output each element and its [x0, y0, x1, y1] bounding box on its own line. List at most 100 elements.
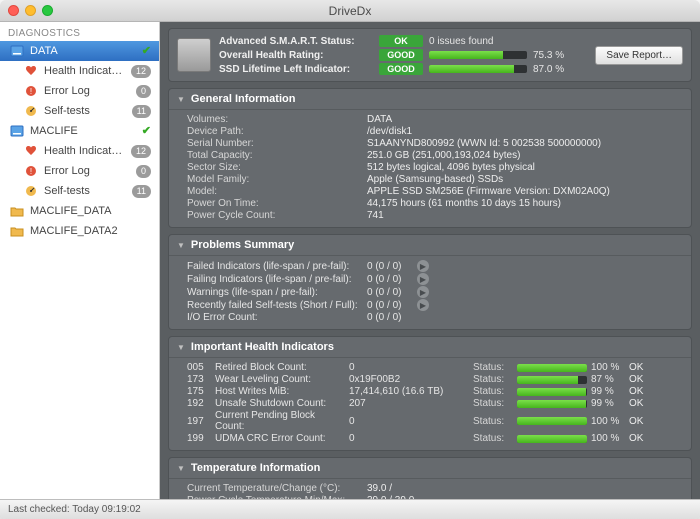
- save-report-button[interactable]: Save Report…: [595, 46, 683, 65]
- adv-smart-label: Advanced S.M.A.R.T. Status:: [219, 36, 379, 47]
- health-indicators-panel: ▼ Important Health Indicators 005 Retired…: [168, 336, 692, 451]
- folder-icon: [10, 224, 24, 238]
- sidebar-subitem-0-1[interactable]: ! Error Log 0: [0, 81, 159, 101]
- info-value: /dev/disk1: [367, 126, 683, 137]
- problem-value: 0 (0 / 0): [367, 287, 417, 298]
- sidebar-item-label: Health Indicators: [44, 64, 125, 78]
- lifetime-status: GOOD: [379, 63, 423, 75]
- sidebar-item-label: Error Log: [44, 84, 130, 98]
- status-label: Status:: [473, 433, 513, 444]
- sidebar-item-label: MACLIFE_DATA2: [30, 224, 151, 238]
- info-value: 512 bytes logical, 4096 bytes physical: [367, 162, 683, 173]
- general-info-title: General Information: [191, 93, 296, 105]
- info-key: Power On Time:: [187, 198, 367, 209]
- lifetime-bar: [429, 65, 527, 73]
- disclosure-icon: ▼: [177, 241, 185, 250]
- drive-summary-panel: Advanced S.M.A.R.T. Status: OK 0 issues …: [168, 28, 692, 82]
- problem-value: 0 (0 / 0): [367, 261, 417, 272]
- indicator-id: 192: [187, 398, 211, 409]
- gauge-icon: [24, 184, 38, 198]
- count-badge: 12: [131, 65, 151, 78]
- health-indicators-header[interactable]: ▼ Important Health Indicators: [169, 337, 691, 358]
- status-label: Status:: [473, 374, 513, 385]
- indicator-name: Wear Leveling Count:: [215, 374, 345, 385]
- problem-value: 0 (0 / 0): [367, 312, 417, 323]
- sidebar-item-label: Health Indicators: [44, 144, 125, 158]
- problems-summary-title: Problems Summary: [191, 239, 294, 251]
- indicator-pct: 87 %: [591, 374, 625, 385]
- sidebar-drive-0[interactable]: DATA✔: [0, 41, 159, 61]
- info-key: Sector Size:: [187, 162, 367, 173]
- sidebar-subitem-1-1[interactable]: !Error Log0: [0, 161, 159, 181]
- status-ok-icon: ✔: [142, 124, 151, 138]
- problem-key: Recently failed Self-tests (Short / Full…: [187, 300, 367, 311]
- sidebar-item-label: Self-tests: [44, 104, 126, 118]
- overall-health-bar: [429, 51, 527, 59]
- indicator-ok: OK: [629, 433, 649, 444]
- arrow-right-icon[interactable]: ▶: [417, 260, 429, 272]
- indicator-bar: [517, 364, 587, 372]
- sidebar-subitem-0-2[interactable]: Self-tests11: [0, 101, 159, 121]
- info-value: APPLE SSD SM256E (Firmware Version: DXM0…: [367, 186, 683, 197]
- disk-icon: [10, 44, 24, 58]
- app-window: DriveDx DIAGNOSTICS DATA✔Health Indicato…: [0, 0, 700, 519]
- info-key: Total Capacity:: [187, 150, 367, 161]
- sidebar-item-label: MACLIFE_DATA: [30, 204, 151, 218]
- overall-health-status: GOOD: [379, 49, 423, 61]
- indicator-name: Retired Block Count:: [215, 362, 345, 373]
- temperature-header[interactable]: ▼ Temperature Information: [169, 458, 691, 479]
- count-badge: 0: [136, 85, 151, 98]
- window-title: DriveDx: [0, 4, 700, 18]
- indicator-bar: [517, 376, 587, 384]
- problems-summary-panel: ▼ Problems Summary Failed Indicators (li…: [168, 234, 692, 330]
- indicator-bar: [517, 388, 587, 396]
- indicator-pct: 100 %: [591, 362, 625, 373]
- lifetime-pct: 87.0 %: [533, 64, 569, 75]
- count-badge: 11: [132, 185, 151, 198]
- indicator-ok: OK: [629, 386, 649, 397]
- status-label: Status:: [473, 362, 513, 373]
- arrow-right-icon[interactable]: ▶: [417, 286, 429, 298]
- heart-icon: [24, 144, 38, 158]
- info-key: Serial Number:: [187, 138, 367, 149]
- info-value: DATA: [367, 114, 683, 125]
- status-bar: Last checked: Today 09:19:02: [0, 499, 700, 519]
- indicator-pct: 99 %: [591, 398, 625, 409]
- sidebar-subitem-0-0[interactable]: Health Indicators 12: [0, 61, 159, 81]
- temperature-panel: ▼ Temperature Information Current Temper…: [168, 457, 692, 499]
- gauge-icon: [24, 104, 38, 118]
- svg-text:!: !: [30, 87, 32, 96]
- general-info-header[interactable]: ▼ General Information: [169, 89, 691, 110]
- problem-value: 0 (0 / 0): [367, 300, 417, 311]
- status-label: Status:: [473, 398, 513, 409]
- indicator-value: 0: [349, 416, 469, 427]
- info-key: Model:: [187, 186, 367, 197]
- problem-key: Warnings (life-span / pre-fail):: [187, 287, 367, 298]
- svg-text:!: !: [30, 167, 32, 176]
- arrow-right-icon[interactable]: ▶: [417, 273, 429, 285]
- sidebar-drive-3[interactable]: MACLIFE_DATA2: [0, 221, 159, 241]
- issues-found: 0 issues found: [423, 36, 569, 47]
- indicator-id: 175: [187, 386, 211, 397]
- overall-health-pct: 75.3 %: [533, 50, 569, 61]
- sidebar-subitem-1-0[interactable]: Health Indicators12: [0, 141, 159, 161]
- titlebar: DriveDx: [0, 0, 700, 22]
- sidebar-drive-1[interactable]: MACLIFE ✔: [0, 121, 159, 141]
- sidebar-subitem-1-2[interactable]: Self-tests 11: [0, 181, 159, 201]
- indicator-bar: [517, 435, 587, 443]
- arrow-right-icon[interactable]: ▶: [417, 299, 429, 311]
- disclosure-icon: ▼: [177, 464, 185, 473]
- main-content: Advanced S.M.A.R.T. Status: OK 0 issues …: [160, 22, 700, 499]
- indicator-id: 005: [187, 362, 211, 373]
- sidebar: DIAGNOSTICS DATA✔Health Indicators12!Err…: [0, 22, 160, 499]
- sidebar-item-label: MACLIFE: [30, 124, 136, 138]
- indicator-ok: OK: [629, 398, 649, 409]
- problem-key: Failed Indicators (life-span / pre-fail)…: [187, 261, 367, 272]
- temp-value: 39.0 /: [367, 483, 683, 494]
- info-key: Volumes:: [187, 114, 367, 125]
- disclosure-icon: ▼: [177, 95, 185, 104]
- sidebar-drive-2[interactable]: MACLIFE_DATA: [0, 201, 159, 221]
- summary-grid: Advanced S.M.A.R.T. Status: OK 0 issues …: [219, 35, 587, 75]
- sidebar-item-label: Self-tests: [44, 184, 126, 198]
- problems-summary-header[interactable]: ▼ Problems Summary: [169, 235, 691, 256]
